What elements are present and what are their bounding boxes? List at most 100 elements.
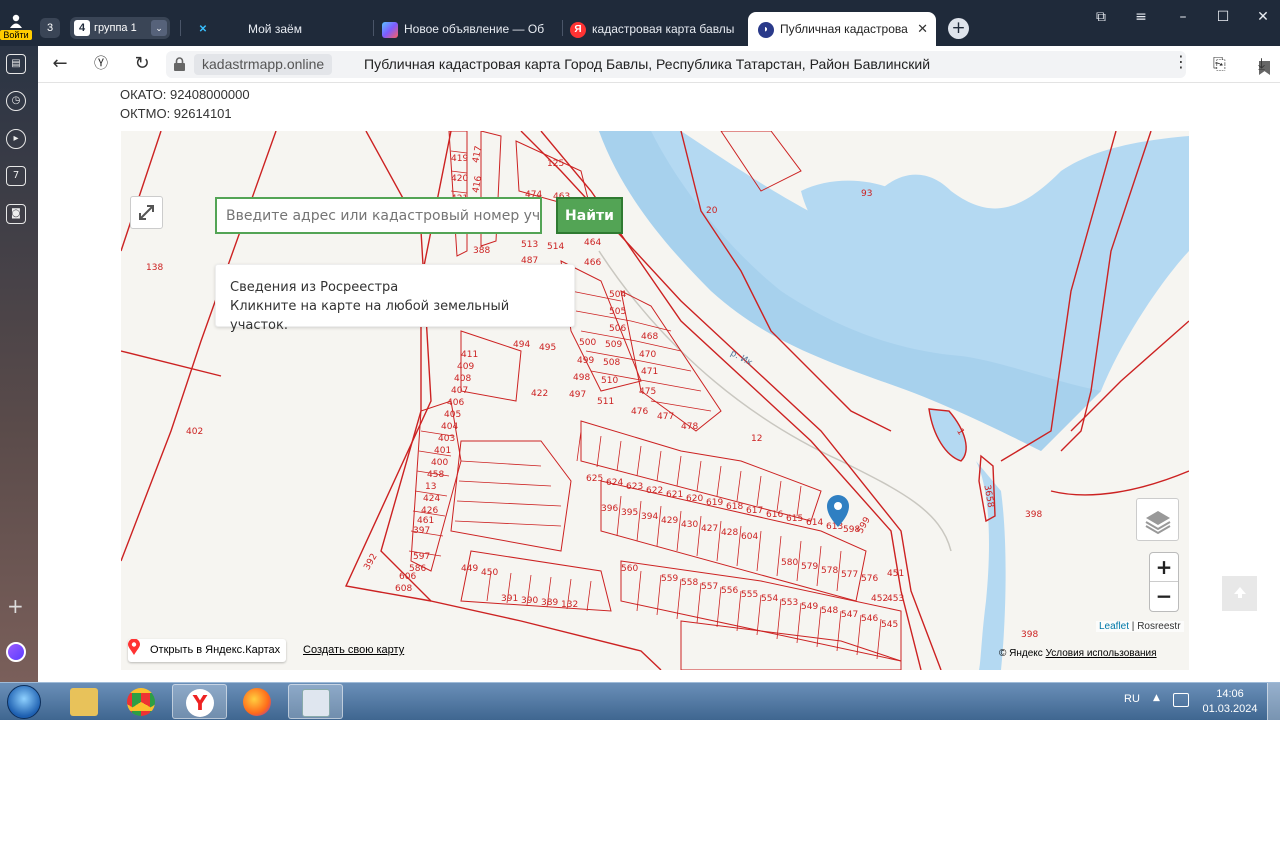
plot-label: 416 bbox=[471, 175, 484, 194]
plot-label: 557 bbox=[701, 582, 718, 592]
plot-label: 397 bbox=[413, 526, 430, 536]
plot-label: 511 bbox=[597, 397, 614, 407]
tab-label: Публичная кадастрова bbox=[780, 22, 908, 36]
windows-taskbar: Y RU ▲ 14:06 01.03.2024 bbox=[0, 682, 1280, 721]
tab-group-number: 4 bbox=[74, 20, 90, 36]
plot-label: 513 bbox=[521, 240, 538, 250]
yandex-home-icon[interactable]: Ⓨ bbox=[88, 52, 114, 76]
cadastral-map[interactable]: 419 420 421 416 417 125 474 463 388 513 … bbox=[121, 131, 1189, 670]
plot-label: 620 bbox=[686, 494, 703, 504]
tab-loan[interactable]: ✕ Мой заём bbox=[195, 12, 365, 46]
collections-icon[interactable]: ⧉ bbox=[1086, 6, 1116, 28]
login-label: Войти bbox=[0, 30, 32, 40]
plot-label: 93 bbox=[861, 189, 872, 199]
tab-new-ad[interactable]: Новое объявление — Об bbox=[382, 12, 557, 46]
taskbar-explorer[interactable] bbox=[57, 684, 112, 719]
plot-label: 417 bbox=[471, 145, 484, 164]
back-button[interactable]: ← bbox=[47, 52, 73, 76]
plot-label: 400 bbox=[431, 458, 448, 468]
map-pin-icon bbox=[128, 639, 140, 655]
open-yandex-label: Открыть в Яндекс.Картах bbox=[150, 644, 281, 656]
minimize-button[interactable]: – bbox=[1168, 6, 1198, 28]
plot-label: 553 bbox=[781, 598, 798, 608]
tab-cadastre[interactable]: ◗ Публичная кадастрова ✕ bbox=[748, 12, 936, 46]
alice-icon[interactable] bbox=[6, 642, 26, 662]
tab-count-badge[interactable]: 3 bbox=[40, 18, 60, 38]
page-title: Публичная кадастровая карта Город Бавлы,… bbox=[364, 56, 931, 72]
attribution-separator: | bbox=[1129, 621, 1138, 632]
plot-label: 389 bbox=[541, 598, 558, 608]
tab-separator bbox=[562, 20, 563, 36]
leaflet-link[interactable]: Leaflet bbox=[1099, 621, 1129, 632]
plot-label: 398 bbox=[1025, 510, 1042, 520]
plot-label: 468 bbox=[641, 332, 658, 342]
info-title: Сведения из Росреестра bbox=[230, 280, 399, 295]
language-indicator[interactable]: RU bbox=[1124, 693, 1140, 705]
play-icon[interactable]: ▸ bbox=[6, 129, 26, 149]
yandex-icon: Я bbox=[570, 21, 586, 38]
show-desktop-button[interactable] bbox=[1267, 683, 1280, 721]
reload-button[interactable]: ↻ bbox=[129, 52, 155, 76]
create-map-link[interactable]: Создать свою карту bbox=[303, 644, 404, 656]
plot-label: 548 bbox=[821, 606, 838, 616]
plot-label: 580 bbox=[781, 558, 798, 568]
plot-label: 422 bbox=[531, 389, 548, 399]
reader-icon[interactable]: ⎘ bbox=[1213, 54, 1226, 74]
terms-link[interactable]: Условия использования bbox=[1046, 648, 1157, 659]
fullscreen-button[interactable] bbox=[130, 196, 163, 229]
close-icon[interactable]: ✕ bbox=[917, 12, 928, 46]
scroll-to-top-button[interactable] bbox=[1222, 576, 1257, 611]
login-button[interactable]: Войти bbox=[0, 12, 34, 42]
taskbar-chrome[interactable] bbox=[114, 684, 169, 719]
menu-icon[interactable]: ≡ bbox=[1126, 6, 1156, 28]
plot-label: 604 bbox=[741, 532, 758, 542]
plot-label: 453 bbox=[887, 594, 904, 604]
chrome-icon bbox=[127, 688, 155, 716]
history-icon[interactable]: ◷ bbox=[6, 91, 26, 111]
search-button[interactable]: Найти bbox=[556, 197, 623, 234]
plot-label: 509 bbox=[605, 340, 622, 350]
download-icon[interactable]: ⤓ bbox=[1258, 54, 1265, 74]
taskbar-firefox[interactable] bbox=[230, 684, 285, 719]
yandex-browser-icon: Y bbox=[186, 689, 214, 717]
start-button[interactable] bbox=[7, 685, 41, 719]
plot-label: 579 bbox=[801, 562, 818, 572]
maximize-button[interactable]: ☐ bbox=[1208, 6, 1238, 28]
add-panel-icon[interactable]: + bbox=[7, 594, 24, 618]
taskbar-calculator[interactable] bbox=[288, 684, 343, 719]
plot-label: 608 bbox=[395, 584, 412, 594]
network-icon[interactable] bbox=[1173, 693, 1189, 707]
zoom-in-button[interactable]: + bbox=[1150, 553, 1178, 582]
tab-separator bbox=[373, 20, 374, 36]
tray-expand-icon[interactable]: ▲ bbox=[1153, 693, 1160, 703]
zoom-control: + − bbox=[1149, 552, 1179, 612]
search-input[interactable] bbox=[215, 197, 542, 234]
region-codes: ОКАТО: 92408000000 ОКТМО: 92614101 bbox=[120, 85, 250, 123]
close-window-button[interactable]: ✕ bbox=[1248, 6, 1278, 28]
chevron-down-icon[interactable]: ⌄ bbox=[151, 20, 167, 36]
tab-yandex-search[interactable]: Якадастровая карта бавлы bbox=[570, 12, 742, 46]
seven-icon[interactable]: 7 bbox=[6, 166, 26, 186]
open-yandex-maps-button[interactable]: Открыть в Яндекс.Картах bbox=[128, 639, 287, 662]
page-content: ОКАТО: 92408000000 ОКТМО: 92614101 419 4… bbox=[38, 84, 1270, 682]
camera-icon[interactable]: ◙ bbox=[6, 204, 26, 224]
zoom-out-button[interactable]: − bbox=[1150, 582, 1178, 611]
system-clock[interactable]: 14:06 01.03.2024 bbox=[1194, 687, 1266, 717]
plot-label: 499 bbox=[577, 356, 594, 366]
layers-button[interactable] bbox=[1136, 498, 1179, 541]
plot-label: 560 bbox=[621, 564, 638, 574]
plot-label: 403 bbox=[438, 434, 455, 444]
collections-sidebar-icon[interactable]: ▤ bbox=[6, 54, 26, 74]
tab-group[interactable]: 4 группа 1 ⌄ bbox=[70, 17, 170, 39]
plot-label: 556 bbox=[721, 586, 738, 596]
lock-icon bbox=[174, 57, 185, 71]
new-tab-button[interactable]: + bbox=[948, 18, 969, 39]
plot-label: 505 bbox=[609, 307, 626, 317]
url-field[interactable]: kadastrmapp.online Публичная кадастровая… bbox=[166, 51, 1270, 78]
plot-label: 449 bbox=[461, 564, 478, 574]
taskbar-yandex-browser[interactable]: Y bbox=[172, 684, 227, 719]
plot-label: 619 bbox=[706, 498, 723, 508]
plot-label: 494 bbox=[513, 340, 530, 350]
plot-label: 388 bbox=[473, 246, 490, 256]
more-icon[interactable]: ⋮ bbox=[1173, 52, 1189, 71]
